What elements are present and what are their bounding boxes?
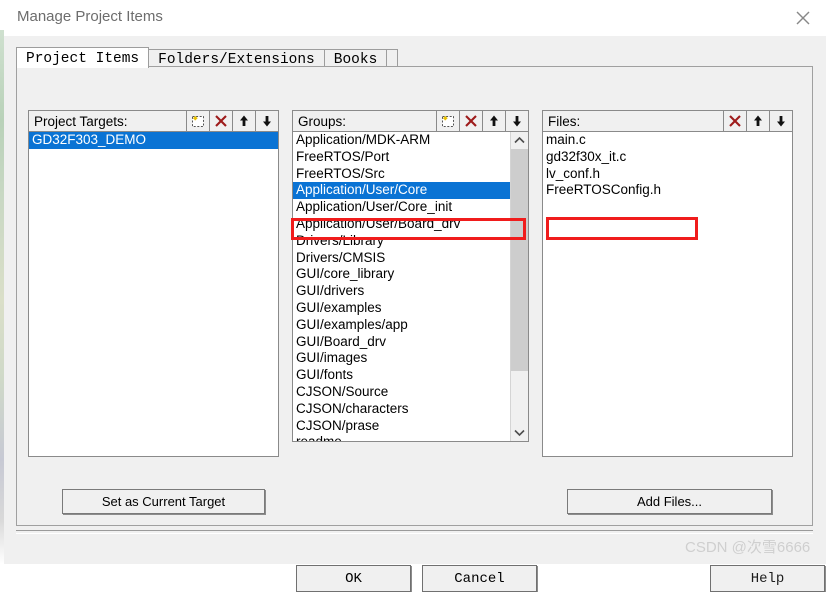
- project-targets-panel: Project Targets: GD32F303_DEMO: [28, 110, 279, 457]
- groups-toolbar: [436, 111, 528, 131]
- groups-panel: Groups: Application/MDK-ARM FreeRTOS/Por…: [292, 110, 529, 442]
- dialog-body: Project Items Folders/Extensions Books P…: [4, 36, 826, 592]
- window-title: Manage Project Items: [17, 8, 163, 25]
- list-item[interactable]: FreeRTOSConfig.h: [543, 182, 792, 199]
- set-as-current-target-button[interactable]: Set as Current Target: [62, 489, 265, 514]
- list-item[interactable]: CJSON/prase: [293, 418, 528, 435]
- project-targets-header: Project Targets:: [28, 110, 279, 132]
- new-item-icon[interactable]: [186, 111, 209, 131]
- project-targets-label: Project Targets:: [34, 113, 128, 129]
- list-item[interactable]: GUI/images: [293, 350, 528, 367]
- files-panel: Files: main.c gd32f30x_it.c lv_conf.h Fr…: [542, 110, 793, 457]
- scrollbar-thumb[interactable]: [511, 149, 528, 371]
- cancel-button[interactable]: Cancel: [422, 565, 537, 592]
- project-targets-list[interactable]: GD32F303_DEMO: [28, 132, 279, 457]
- ok-button[interactable]: OK: [296, 565, 411, 592]
- delete-icon[interactable]: [209, 111, 232, 131]
- list-item[interactable]: gd32f30x_it.c: [543, 149, 792, 166]
- move-down-icon[interactable]: [505, 111, 528, 131]
- groups-listbox[interactable]: Application/MDK-ARM FreeRTOS/Port FreeRTOS…: [292, 132, 529, 442]
- move-down-icon[interactable]: [255, 111, 278, 131]
- groups-label: Groups:: [298, 113, 347, 129]
- list-item[interactable]: Application/MDK-ARM: [293, 132, 528, 149]
- list-item[interactable]: GUI/core_library: [293, 266, 528, 283]
- list-item[interactable]: GUI/Board_drv: [293, 334, 528, 351]
- move-up-icon[interactable]: [482, 111, 505, 131]
- list-item[interactable]: GUI/drivers: [293, 283, 528, 300]
- close-icon[interactable]: [780, 0, 826, 34]
- list-item[interactable]: GUI/examples: [293, 300, 528, 317]
- background-edge-strip: [0, 0, 4, 564]
- list-item[interactable]: FreeRTOS/Port: [293, 149, 528, 166]
- delete-icon[interactable]: [723, 111, 746, 131]
- tab-strip: Project Items Folders/Extensions Books: [16, 44, 399, 68]
- files-list[interactable]: main.c gd32f30x_it.c lv_conf.h FreeRTOSConf…: [543, 132, 792, 199]
- list-item[interactable]: GUI/examples/app: [293, 317, 528, 334]
- new-item-icon[interactable]: [436, 111, 459, 131]
- groups-list[interactable]: Application/MDK-ARM FreeRTOS/Port FreeRTOS…: [293, 132, 528, 441]
- list-item[interactable]: FreeRTOS/Src: [293, 166, 528, 183]
- project-targets-toolbar: [186, 111, 278, 131]
- groups-header: Groups:: [292, 110, 529, 132]
- files-listbox[interactable]: main.c gd32f30x_it.c lv_conf.h FreeRTOSConf…: [542, 132, 793, 457]
- list-item[interactable]: readme: [293, 434, 528, 441]
- list-item[interactable]: main.c: [543, 132, 792, 149]
- list-item[interactable]: Drivers/Library: [293, 233, 528, 250]
- list-item[interactable]: lv_conf.h: [543, 166, 792, 183]
- move-down-icon[interactable]: [769, 111, 792, 131]
- footer-separator: [16, 530, 813, 534]
- list-item[interactable]: Drivers/CMSIS: [293, 250, 528, 267]
- list-item[interactable]: Application/User/Core: [293, 182, 528, 200]
- files-toolbar: [723, 111, 792, 131]
- chevron-up-icon[interactable]: [511, 132, 528, 149]
- list-item[interactable]: Application/User/Board_drv: [293, 216, 528, 233]
- list-item[interactable]: CJSON/characters: [293, 401, 528, 418]
- files-label: Files:: [548, 113, 581, 129]
- list-item[interactable]: Application/User/Core_init: [293, 199, 528, 216]
- list-item[interactable]: GUI/fonts: [293, 367, 528, 384]
- list-item[interactable]: GD32F303_DEMO: [29, 132, 278, 149]
- move-up-icon[interactable]: [746, 111, 769, 131]
- move-up-icon[interactable]: [232, 111, 255, 131]
- manage-project-items-dialog: Manage Project Items Project Items Folde…: [4, 0, 826, 592]
- help-button[interactable]: Help: [710, 565, 825, 592]
- title-bar: Manage Project Items: [4, 0, 826, 37]
- files-header: Files:: [542, 110, 793, 132]
- list-item[interactable]: CJSON/Source: [293, 384, 528, 401]
- add-files-button[interactable]: Add Files...: [567, 489, 772, 514]
- groups-scrollbar[interactable]: [510, 132, 528, 441]
- delete-icon[interactable]: [459, 111, 482, 131]
- chevron-down-icon[interactable]: [511, 424, 528, 441]
- tab-project-items[interactable]: Project Items: [16, 47, 150, 68]
